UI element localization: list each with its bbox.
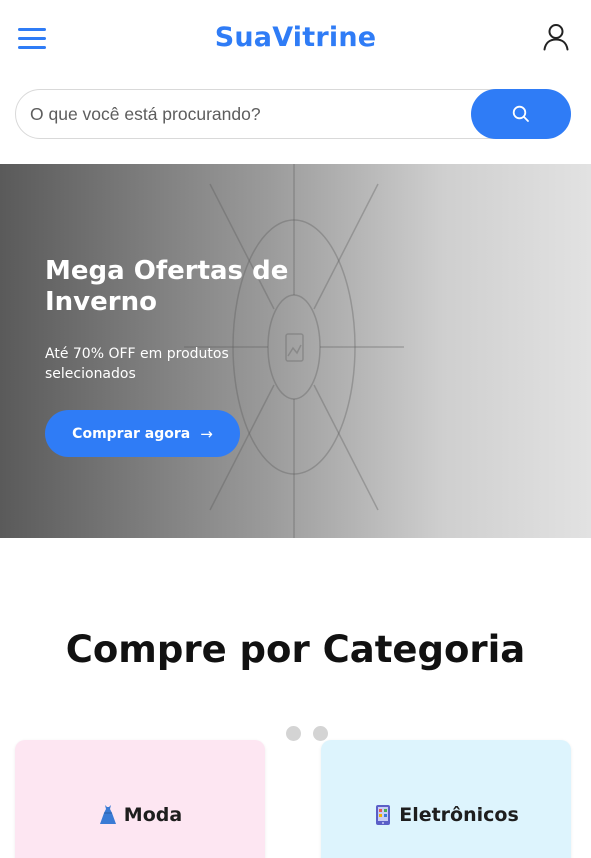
tablet-icon [376, 805, 391, 825]
hero-title: Mega Ofertas de Inverno [45, 256, 289, 317]
dress-icon [99, 805, 116, 824]
hero-banner: Mega Ofertas de Inverno Até 70% OFF em p… [0, 164, 591, 538]
category-label: Eletrônicos [399, 804, 519, 826]
category-card-eletronicos[interactable]: Eletrônicos [321, 740, 571, 858]
user-icon[interactable] [541, 22, 571, 52]
search-bar [15, 89, 571, 139]
header: SuaVitrine [0, 0, 591, 78]
page: SuaVitrine O que você está procurando? M… [0, 0, 591, 858]
carousel-dot-1[interactable] [286, 726, 301, 741]
search-icon [512, 105, 529, 122]
category-card-moda[interactable]: Moda [15, 740, 265, 858]
shop-now-button[interactable]: Comprar agora → [45, 410, 240, 457]
carousel-dot-2[interactable] [313, 726, 328, 741]
search-button[interactable] [471, 89, 571, 139]
carousel-dots [286, 726, 330, 742]
shop-now-label: Comprar agora [72, 425, 191, 442]
categories-title: Compre por Categoria [65, 628, 526, 671]
category-label: Moda [123, 804, 183, 826]
arrow-right-icon: → [200, 424, 213, 443]
site-logo[interactable]: SuaVitrine [0, 22, 591, 53]
hero-subtitle: Até 70% OFF em produtos selecionados [45, 346, 229, 382]
search-input[interactable] [15, 89, 535, 139]
